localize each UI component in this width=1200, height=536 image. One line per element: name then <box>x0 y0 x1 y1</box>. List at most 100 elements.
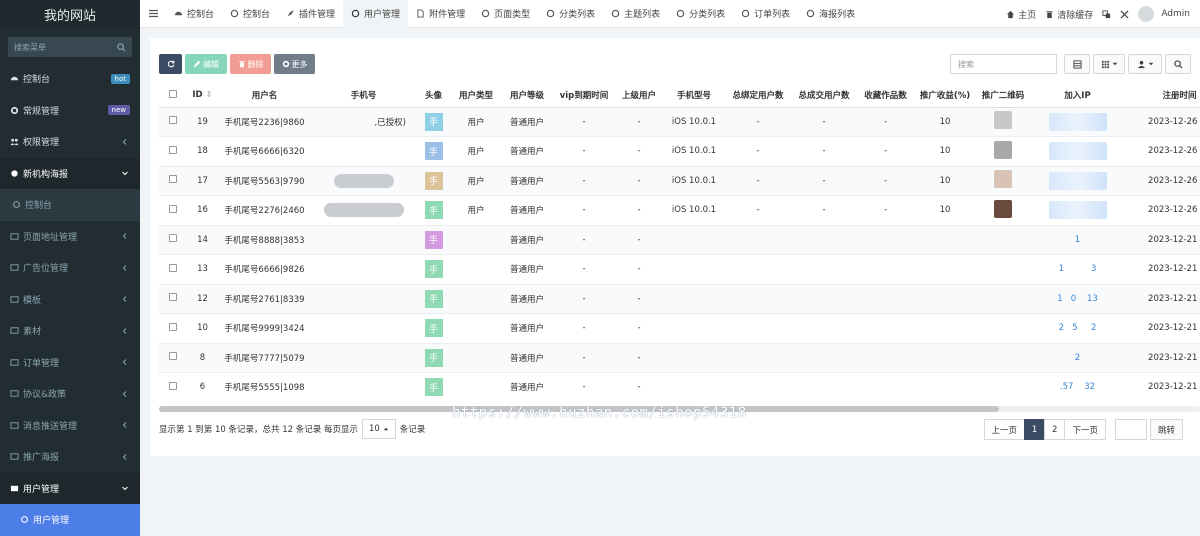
jump-page-input[interactable] <box>1114 419 1147 440</box>
columns-dropdown[interactable] <box>1093 54 1125 74</box>
row-select-cell[interactable] <box>159 107 187 137</box>
row-select-cell[interactable] <box>159 254 187 285</box>
column-header[interactable]: vip到期时间 <box>553 84 615 108</box>
row-checkbox[interactable] <box>169 145 177 154</box>
avatar[interactable]: 手 <box>424 319 443 338</box>
select-all-cell[interactable] <box>159 84 187 108</box>
tab-themes[interactable]: 主题列表 <box>603 0 668 28</box>
avatar[interactable]: 手 <box>424 201 443 220</box>
page-size-select[interactable]: 10 <box>361 419 396 439</box>
row-checkbox[interactable] <box>169 116 177 125</box>
tab-posters[interactable]: 海报列表 <box>798 0 863 28</box>
tab-attachments[interactable]: 附件管理 <box>408 0 473 28</box>
column-header[interactable]: 注册时间 <box>1125 84 1200 108</box>
search-icon[interactable] <box>117 42 126 52</box>
table-row[interactable]: 18 手机尾号6666|6320 手用户 普通用户 - - iOS 10.0.1- - -10 2… <box>159 136 1200 167</box>
ip-link[interactable]: .57 32 <box>1060 382 1095 392</box>
ip-link[interactable]: 1 0 13 <box>1057 294 1098 304</box>
column-header[interactable]: 总绑定用户数 <box>725 84 791 108</box>
tab-orders[interactable]: 订单列表 <box>733 0 798 28</box>
table-row[interactable]: 17 手机尾号5563|9790 手用户 普通用户 - - iOS 10.0.1- - -10 2… <box>159 166 1200 196</box>
column-header[interactable]: 收藏作品数 <box>857 84 914 108</box>
qr-code-image[interactable] <box>994 140 1012 159</box>
column-header[interactable]: 上级用户 <box>615 84 663 108</box>
sidebar-item-template[interactable]: 模板 <box>0 284 140 316</box>
ip-link[interactable]: 1 3 <box>1059 264 1097 274</box>
row-select-cell[interactable] <box>159 136 187 167</box>
sidebar-item-push[interactable]: 消息推送管理 <box>0 410 140 442</box>
table-row[interactable]: 16 手机尾号2276|2460 手用户 普通用户 - - iOS 10.0.1- - -10 2… <box>159 195 1200 226</box>
search-toggle-button[interactable] <box>1165 54 1191 74</box>
ip-link[interactable]: 1 <box>1075 235 1080 245</box>
table-row[interactable]: 19 手机尾号2236|9860 ,已授权) 手用户 普通用户 - - iOS 10.0.1-… <box>159 107 1200 137</box>
tab-page-types[interactable]: 页面类型 <box>473 0 538 28</box>
table-row[interactable]: 13手机尾号6666|9826手普通用户--1 32023-12-21 18 <box>159 254 1200 285</box>
avatar[interactable]: 手 <box>424 230 443 249</box>
avatar[interactable]: 手 <box>424 260 443 279</box>
row-select-cell[interactable] <box>159 195 187 226</box>
column-header[interactable]: 推广收益(%) <box>914 84 976 108</box>
sidebar-subitem-dashboard[interactable]: 控制台 <box>0 189 140 221</box>
column-header[interactable]: 头像 <box>416 84 451 108</box>
row-select-cell[interactable] <box>159 225 187 255</box>
qr-code-image[interactable] <box>994 111 1012 130</box>
user-menu[interactable]: Admin <box>1138 6 1190 22</box>
qr-code-image[interactable] <box>994 199 1012 218</box>
table-search-input[interactable]: 搜索 <box>950 54 1057 74</box>
row-checkbox[interactable] <box>169 381 177 390</box>
tab-dashboard-2[interactable]: 控制台 <box>222 0 278 28</box>
column-header[interactable]: 推广二维码 <box>976 84 1030 108</box>
avatar[interactable]: 手 <box>424 142 443 161</box>
sidebar-search-input[interactable]: 搜索菜单 <box>8 37 132 57</box>
ip-link[interactable]: 2 5 2 <box>1059 323 1097 333</box>
row-checkbox[interactable] <box>169 263 177 272</box>
fullscreen-button[interactable] <box>1120 9 1129 19</box>
table-row[interactable]: 14手机尾号8888|3853手普通用户--12023-12-21 18 <box>159 225 1200 255</box>
next-page-button[interactable]: 下一页 <box>1064 419 1106 440</box>
table-row[interactable]: 6手机尾号5555|1098手普通用户--.57 322023-12-21 17 <box>159 372 1200 402</box>
toggle-view-button[interactable] <box>1064 54 1090 74</box>
page-1-button[interactable]: 1 <box>1024 419 1046 440</box>
prev-page-button[interactable]: 上一页 <box>983 419 1026 440</box>
sidebar-item-poster[interactable]: 新机构海报 <box>0 157 140 189</box>
row-checkbox[interactable] <box>169 234 177 243</box>
column-header[interactable]: 手机型号 <box>663 84 725 108</box>
tab-users[interactable]: 用户管理 <box>343 0 409 28</box>
tab-categories[interactable]: 分类列表 <box>538 0 603 28</box>
translate-button[interactable] <box>1102 9 1111 19</box>
page-2-button[interactable]: 2 <box>1044 419 1066 440</box>
column-header[interactable]: 总成交用户数 <box>791 84 857 108</box>
column-header[interactable]: 用户类型 <box>451 84 501 108</box>
menu-toggle-icon[interactable] <box>140 9 166 18</box>
qr-code-image[interactable] <box>994 170 1012 189</box>
more-button[interactable]: 更多 <box>274 54 315 74</box>
avatar[interactable]: 手 <box>424 171 443 190</box>
row-checkbox[interactable] <box>169 175 177 184</box>
refresh-button[interactable] <box>159 54 182 74</box>
row-select-cell[interactable] <box>159 372 187 402</box>
column-header[interactable]: 用户名 <box>218 84 311 108</box>
table-row[interactable]: 8手机尾号7777|5079手普通用户--22023-12-21 17 <box>159 343 1200 373</box>
sidebar-item-page-url[interactable]: 页面地址管理 <box>0 221 140 253</box>
clear-cache-button[interactable]: 清除缓存 <box>1045 8 1093 21</box>
sidebar-item-policy[interactable]: 协议&政策 <box>0 378 140 410</box>
row-select-cell[interactable] <box>159 343 187 373</box>
avatar[interactable]: 手 <box>424 348 443 367</box>
row-checkbox[interactable] <box>169 352 177 361</box>
sidebar-item-dashboard[interactable]: 控制台 hot <box>0 63 140 95</box>
table-row[interactable]: 12手机尾号2761|8339手普通用户--1 0 132023-12-21 1… <box>159 284 1200 314</box>
avatar[interactable]: 手 <box>424 378 443 397</box>
edit-button[interactable]: 编辑 <box>185 54 227 74</box>
table-row[interactable]: 10手机尾号9999|3424手普通用户--2 5 22023-12-21 17 <box>159 313 1200 344</box>
row-select-cell[interactable] <box>159 166 187 196</box>
sidebar-item-material[interactable]: 素材 <box>0 315 140 347</box>
sidebar-item-ads[interactable]: 广告位管理 <box>0 252 140 284</box>
row-checkbox[interactable] <box>169 204 177 213</box>
sidebar-subitem-users[interactable]: 用户管理 <box>0 504 140 536</box>
home-link[interactable]: 主页 <box>1006 8 1036 21</box>
jump-button[interactable]: 跳转 <box>1149 419 1183 440</box>
sidebar-item-users[interactable]: 用户管理 <box>0 472 140 504</box>
tab-categories-2[interactable]: 分类列表 <box>668 0 733 28</box>
column-header[interactable]: 手机号 <box>311 84 416 108</box>
row-select-cell[interactable] <box>159 284 187 314</box>
